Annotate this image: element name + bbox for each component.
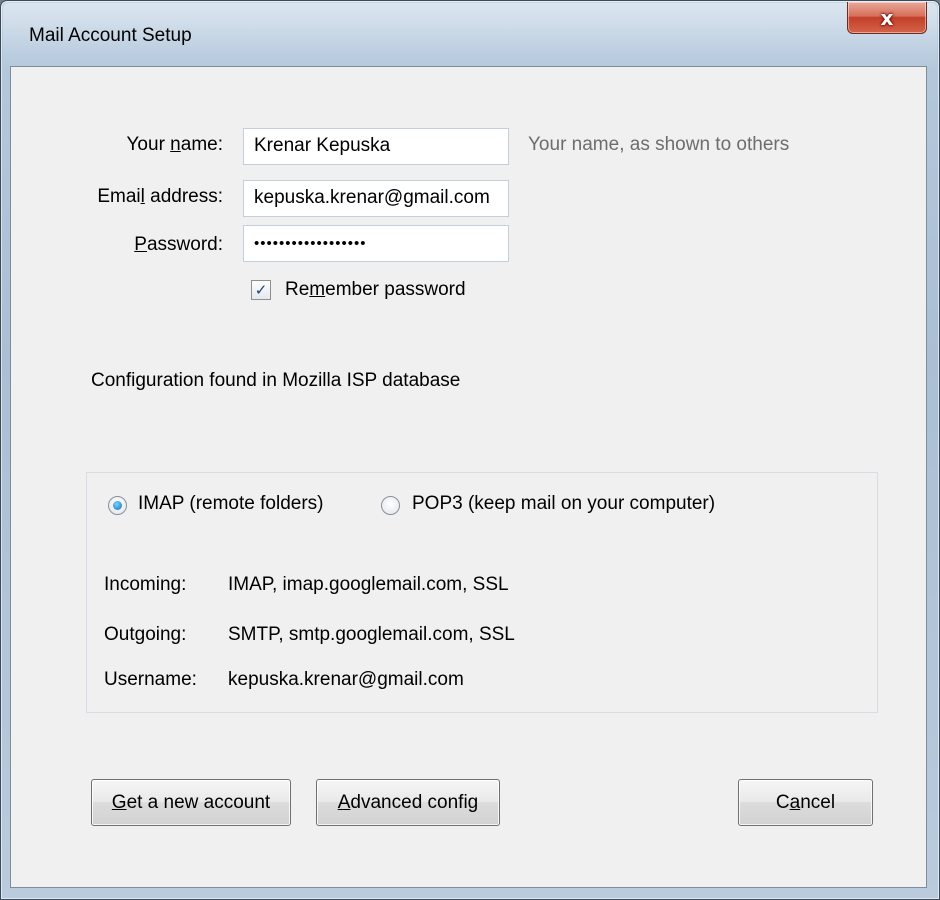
name-input[interactable]: Krenar Kepuska <box>243 128 509 165</box>
password-label: Password: <box>134 234 223 255</box>
email-input[interactable]: kepuska.krenar@gmail.com <box>243 180 509 217</box>
config-status-message: Configuration found in Mozilla ISP datab… <box>91 370 461 391</box>
get-new-account-button[interactable]: Get a new account <box>91 779 291 826</box>
close-button[interactable]: x <box>847 2 927 34</box>
window-title: Mail Account Setup <box>29 25 192 46</box>
name-label: Your name: <box>126 134 224 155</box>
remember-password-label[interactable]: Remember password <box>285 279 466 301</box>
close-icon: x <box>880 5 894 30</box>
password-input[interactable]: •••••••••••••••••• <box>243 225 509 262</box>
imap-radio[interactable] <box>108 496 127 515</box>
cancel-button[interactable]: Ca ncel <box>738 779 873 826</box>
mail-account-setup-window: Mail Account Setup x Your name: Krenar K… <box>0 0 940 900</box>
incoming-value: IMAP, imap.googlemail.com, SSL <box>228 574 509 595</box>
pop3-radio[interactable] <box>381 496 400 515</box>
pop3-radio-label[interactable]: POP3 (keep mail on your computer) <box>412 493 715 515</box>
outgoing-value: SMTP, smtp.googlemail.com, SSL <box>228 624 515 645</box>
outgoing-label: Outgoing: <box>104 624 187 645</box>
email-label: Email address: <box>97 186 223 207</box>
imap-radio-label[interactable]: IMAP (remote folders) <box>138 493 323 515</box>
name-hint: Your name, as shown to others <box>528 134 790 155</box>
advanced-config-button[interactable]: Advanced config <box>316 779 500 826</box>
dialog-content: Your name: Krenar Kepuska Your name, as … <box>10 66 927 888</box>
username-label: Username: <box>104 669 197 690</box>
server-settings-group: IMAP (remote folders) POP3 (keep mail on… <box>86 472 878 713</box>
checkmark-icon: ✓ <box>254 281 268 299</box>
incoming-label: Incoming: <box>104 574 187 595</box>
username-value: kepuska.krenar@gmail.com <box>228 669 464 690</box>
remember-password-checkbox[interactable]: ✓ <box>251 280 271 300</box>
